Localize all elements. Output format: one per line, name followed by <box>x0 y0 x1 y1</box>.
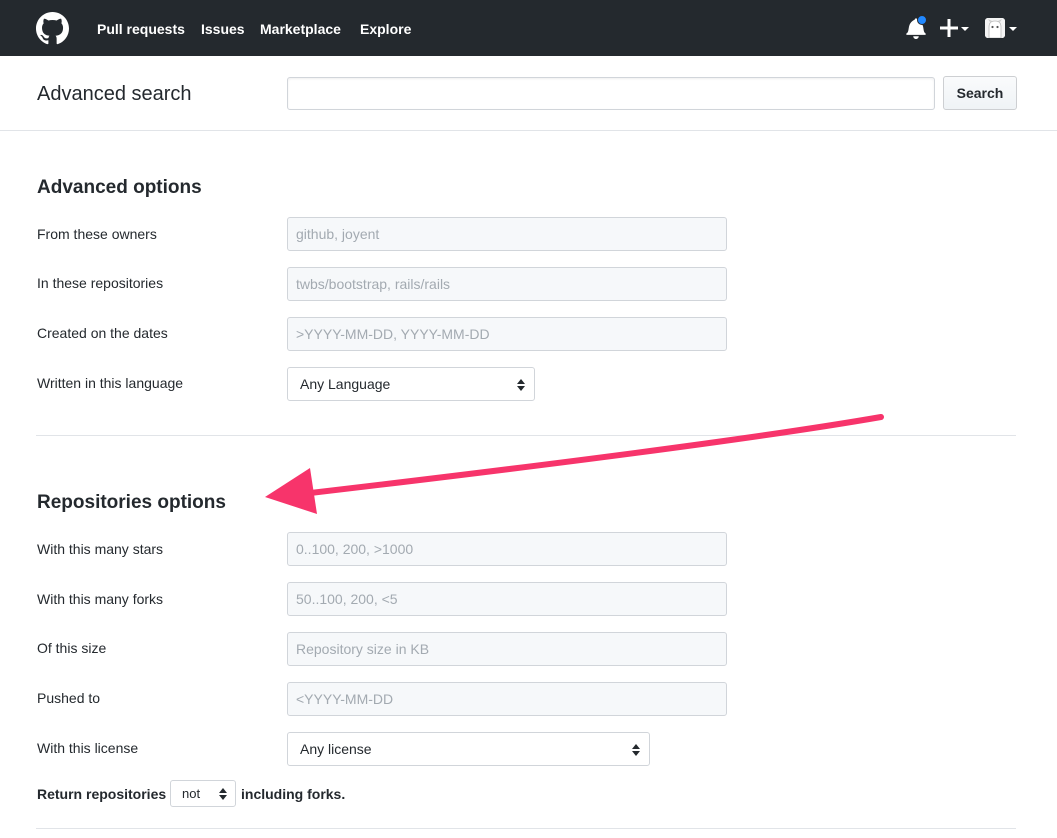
select-updown-icon <box>517 379 525 391</box>
divider <box>36 435 1016 436</box>
divider <box>0 130 1057 131</box>
repositories-input[interactable] <box>287 267 727 301</box>
plus-chevron-down-icon[interactable] <box>961 27 969 31</box>
avatar[interactable] <box>985 18 1005 38</box>
stars-input[interactable] <box>287 532 727 566</box>
forks-label: With this many forks <box>37 591 164 607</box>
nav-pull-requests[interactable]: Pull requests <box>97 20 185 38</box>
search-button[interactable]: Search <box>943 76 1017 110</box>
language-label: Written in this language <box>37 375 184 391</box>
return-repositories-label: Return repositories <box>37 786 167 802</box>
page-title: Advanced search <box>37 83 192 105</box>
owners-input[interactable] <box>287 217 727 251</box>
top-navbar: Pull requests Issues Marketplace Explore <box>0 0 1057 56</box>
repositories-label: In these repositories <box>37 275 164 291</box>
pushed-input[interactable] <box>287 682 727 716</box>
notification-dot-icon <box>917 15 927 25</box>
plus-icon[interactable] <box>940 19 958 37</box>
nav-explore[interactable]: Explore <box>360 20 411 38</box>
forks-filter-value: not <box>182 786 201 801</box>
created-dates-input[interactable] <box>287 317 727 351</box>
created-dates-label: Created on the dates <box>37 325 168 341</box>
search-input[interactable] <box>287 77 935 110</box>
stars-label: With this many stars <box>37 541 164 557</box>
pushed-label: Pushed to <box>37 690 101 706</box>
language-select-value: Any Language <box>300 376 391 392</box>
forks-filter-select[interactable]: not <box>170 780 236 807</box>
advanced-options-heading: Advanced options <box>37 177 202 198</box>
select-updown-icon <box>219 788 227 800</box>
owners-label: From these owners <box>37 226 157 242</box>
nav-marketplace[interactable]: Marketplace <box>260 20 341 38</box>
language-select[interactable]: Any Language <box>287 367 535 401</box>
license-select[interactable]: Any license <box>287 732 650 766</box>
including-forks-label: including forks. <box>241 786 346 802</box>
avatar-chevron-down-icon[interactable] <box>1009 27 1017 31</box>
forks-input[interactable] <box>287 582 727 616</box>
size-input[interactable] <box>287 632 727 666</box>
nav-issues[interactable]: Issues <box>201 20 245 38</box>
size-label: Of this size <box>37 640 107 656</box>
divider <box>36 828 1016 829</box>
select-updown-icon <box>632 744 640 756</box>
license-label: With this license <box>37 740 139 756</box>
repositories-options-heading: Repositories options <box>37 492 226 513</box>
license-select-value: Any license <box>300 741 372 757</box>
github-logo-icon[interactable] <box>36 12 69 45</box>
